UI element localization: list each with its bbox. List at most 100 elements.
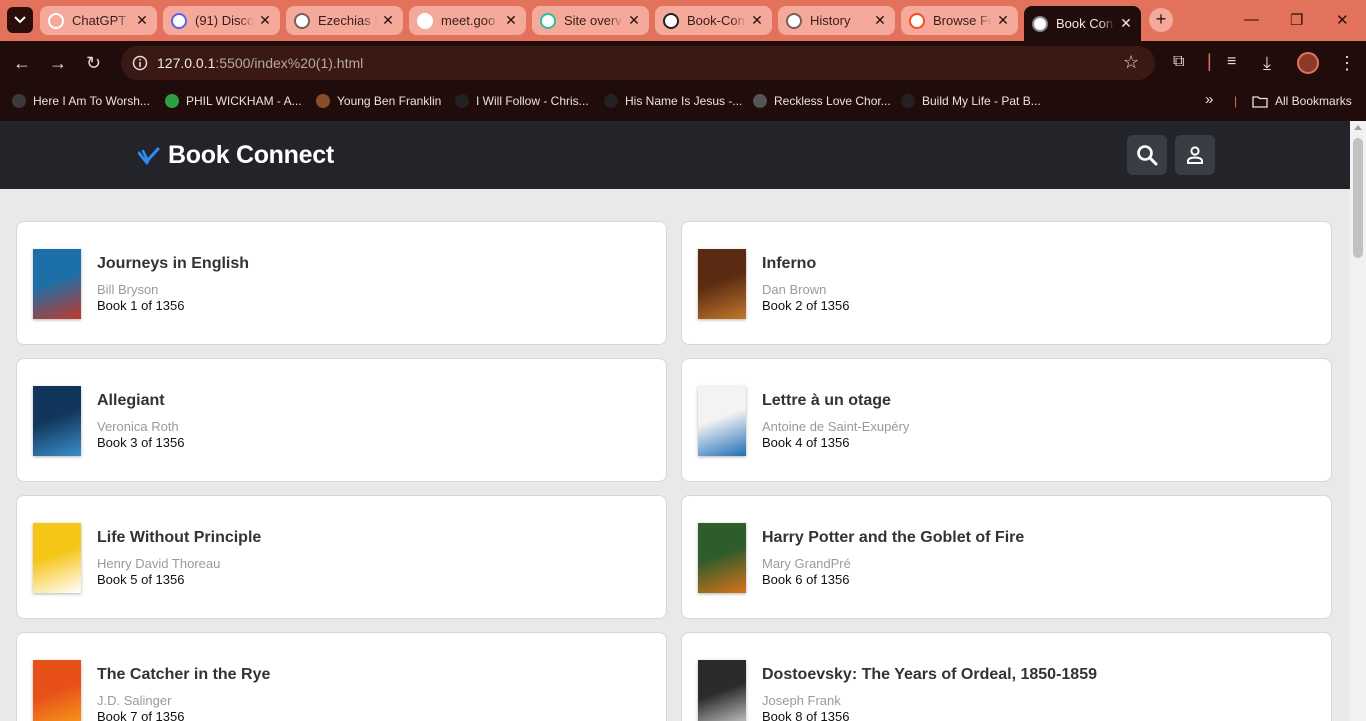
page-scrollbar[interactable]	[1350, 121, 1366, 721]
netlify-icon	[540, 12, 556, 29]
profile-avatar[interactable]	[1297, 52, 1319, 74]
tab-close-icon[interactable]: ✕	[996, 12, 1010, 29]
download-icon[interactable]: ⤓	[1263, 53, 1271, 74]
book-index: Book 5 of 1356	[97, 572, 185, 587]
browser-tab[interactable]: Ezechias M ✕	[286, 6, 403, 35]
book-cover-image	[33, 523, 81, 593]
tab-label: (91) Disco	[195, 13, 254, 28]
book-index: Book 7 of 1356	[97, 709, 185, 721]
bookmark-favicon-icon	[165, 94, 179, 108]
tab-close-icon[interactable]: ✕	[135, 12, 149, 29]
bookmark-item[interactable]: Here I Am To Worsh...	[12, 94, 150, 108]
book-index: Book 6 of 1356	[762, 572, 850, 587]
book-title: The Catcher in the Rye	[97, 666, 271, 683]
tab-close-icon[interactable]: ✕	[504, 12, 518, 29]
bookmark-item[interactable]: Build My Life - Pat B...	[901, 94, 1041, 108]
restore-icon[interactable]: ❐	[1290, 11, 1303, 29]
book-connect-logo-icon	[138, 147, 160, 164]
bookmarks-bar: Here I Am To Worsh... PHIL WICKHAM - A...…	[0, 85, 1366, 121]
book-preview-card[interactable]: Allegiant Veronica Roth Book 3 of 1356	[16, 358, 667, 482]
chatgpt-icon	[48, 12, 64, 29]
bookmark-item[interactable]: His Name Is Jesus -...	[604, 94, 742, 108]
bookmark-item[interactable]: PHIL WICKHAM - A...	[165, 94, 302, 108]
book-author: J.D. Salinger	[97, 693, 172, 708]
scroll-up-arrow[interactable]	[1354, 125, 1362, 130]
book-cover-image	[698, 523, 746, 593]
browser-tab[interactable]: ChatGPT ✕	[40, 6, 157, 35]
book-title: Life Without Principle	[97, 529, 262, 546]
book-cover-image	[698, 386, 746, 456]
browser-tab-strip: ChatGPT✕(91) Disco✕Ezechias M✕meet.goo✕S…	[0, 0, 1366, 41]
browser-tab[interactable]: Site overv ✕	[532, 6, 649, 35]
book-title: Harry Potter and the Goblet of Fire	[762, 529, 1025, 546]
book-preview-card[interactable]: Dostoevsky: The Years of Ordeal, 1850-18…	[681, 632, 1332, 721]
scroll-thumb[interactable]	[1353, 138, 1363, 258]
browser-tab[interactable]: Book-Con ✕	[655, 6, 772, 35]
book-index: Book 8 of 1356	[762, 709, 850, 721]
book-preview-card[interactable]: The Catcher in the Rye J.D. Salinger Book …	[16, 632, 667, 721]
tab-close-icon[interactable]: ✕	[627, 12, 641, 29]
browser-toolbar: ← → ↻ 127.0.0.1:5500/index%20(1).html ☆ …	[0, 41, 1366, 85]
book-title: Lettre à un otage	[762, 392, 891, 409]
browser-tab[interactable]: Browse Fo ✕	[901, 6, 1018, 35]
bookmark-star-icon[interactable]: ☆	[1123, 52, 1139, 73]
search-button[interactable]	[1127, 135, 1167, 175]
book-index: Book 3 of 1356	[97, 435, 185, 450]
bookmark-favicon-icon	[316, 94, 330, 108]
book-index: Book 4 of 1356	[762, 435, 850, 450]
reload-icon[interactable]: ↻	[86, 53, 101, 74]
tab-close-icon[interactable]: ✕	[1119, 15, 1133, 32]
book-index: Book 2 of 1356	[762, 298, 850, 313]
media-control-icon[interactable]: ≡	[1227, 53, 1236, 71]
github-icon	[663, 12, 679, 29]
browser-tab[interactable]: meet.goo ✕	[409, 6, 526, 35]
all-bookmarks-button[interactable]: All Bookmarks	[1252, 94, 1352, 108]
settings-button[interactable]	[1175, 135, 1215, 175]
tab-close-icon[interactable]: ✕	[381, 12, 395, 29]
globe-icon	[294, 12, 310, 29]
book-preview-card[interactable]: Life Without Principle Henry David Thorea…	[16, 495, 667, 619]
bookmark-label: Here I Am To Worsh...	[33, 94, 150, 108]
bookmark-favicon-icon	[901, 94, 915, 108]
more-bookmarks-button[interactable]: »	[1205, 91, 1213, 108]
book-cover-image	[698, 660, 746, 721]
book-preview-card[interactable]: Journeys in English Bill Bryson Book 1 of …	[16, 221, 667, 345]
figma-icon	[909, 12, 925, 29]
minimize-icon[interactable]: —	[1244, 11, 1259, 28]
tab-label: meet.goo	[441, 13, 496, 28]
tab-close-icon[interactable]: ✕	[258, 12, 272, 29]
page-viewport: Book Connect Journeys in English Bill Bry…	[0, 121, 1350, 721]
all-bookmarks-label: All Bookmarks	[1275, 94, 1352, 108]
bookmark-item[interactable]: Reckless Love Chor...	[753, 94, 891, 108]
globe-icon	[1032, 15, 1048, 32]
browser-tab[interactable]: History ✕	[778, 6, 895, 35]
toolbar-divider: |	[1207, 51, 1212, 71]
book-preview-card[interactable]: Inferno Dan Brown Book 2 of 1356	[681, 221, 1332, 345]
window-close-icon[interactable]: ✕	[1336, 11, 1349, 29]
book-preview-card[interactable]: Harry Potter and the Goblet of Fire Mary …	[681, 495, 1332, 619]
site-info-icon[interactable]	[132, 55, 148, 71]
bookmark-item[interactable]: I Will Follow - Chris...	[455, 94, 589, 108]
browser-tab[interactable]: Book Con ✕	[1024, 6, 1141, 41]
bookmark-item[interactable]: Young Ben Franklin	[316, 94, 441, 108]
bookmark-label: Build My Life - Pat B...	[922, 94, 1041, 108]
tab-close-icon[interactable]: ✕	[873, 12, 887, 29]
discord-icon	[171, 12, 187, 29]
logo[interactable]: Book Connect	[138, 141, 334, 170]
google-icon	[417, 12, 433, 29]
address-bar[interactable]: 127.0.0.1:5500/index%20(1).html ☆	[121, 46, 1155, 80]
forward-icon[interactable]: →	[49, 53, 67, 74]
back-icon[interactable]: ←	[13, 53, 31, 74]
browser-tab[interactable]: (91) Disco ✕	[163, 6, 280, 35]
book-author: Bill Bryson	[97, 282, 159, 297]
extensions-icon[interactable]: ⧉	[1173, 53, 1184, 71]
url-text: 127.0.0.1:5500/index%20(1).html	[157, 55, 364, 71]
new-tab-button[interactable]: +	[1149, 8, 1173, 32]
book-title: Allegiant	[97, 392, 165, 409]
book-cover-image	[33, 660, 81, 721]
menu-icon[interactable]: ⋮	[1338, 53, 1356, 74]
tab-search-button[interactable]	[7, 7, 33, 33]
book-preview-card[interactable]: Lettre à un otage Antoine de Saint-Exupér…	[681, 358, 1332, 482]
tab-close-icon[interactable]: ✕	[750, 12, 764, 29]
book-author: Joseph Frank	[762, 693, 841, 708]
